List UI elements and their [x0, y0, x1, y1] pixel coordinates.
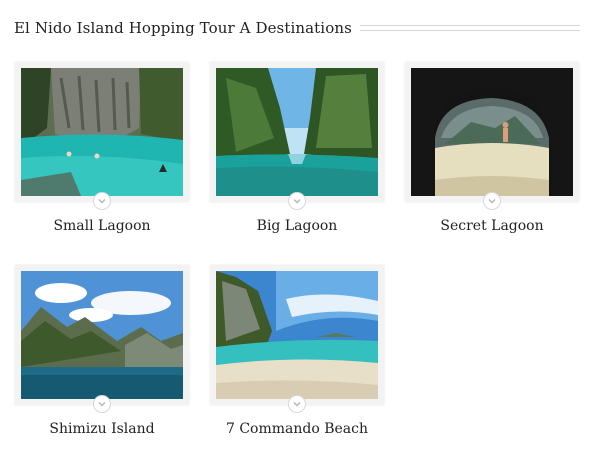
destination-card-secret-lagoon[interactable]: [405, 62, 579, 210]
expand-button[interactable]: [93, 395, 111, 413]
destination-card-shimizu-island[interactable]: [15, 265, 189, 413]
destination-caption-shimizu-island[interactable]: Shimizu Island: [7, 421, 197, 437]
expand-button[interactable]: [483, 192, 501, 210]
secret-lagoon-photo: [411, 68, 573, 196]
expand-button[interactable]: [288, 192, 306, 210]
expand-button[interactable]: [93, 192, 111, 210]
section-header: El Nido Island Hopping Tour A Destinatio…: [14, 14, 580, 42]
destination-card-commando-beach[interactable]: [210, 265, 384, 413]
commando-beach-photo: [216, 271, 378, 399]
destination-caption-secret-lagoon[interactable]: Secret Lagoon: [397, 218, 587, 234]
destination-card-small-lagoon[interactable]: [15, 62, 189, 210]
chevron-down-icon: [293, 199, 301, 204]
chevron-down-icon: [488, 199, 496, 204]
header-divider: [359, 25, 580, 31]
page-title: El Nido Island Hopping Tour A Destinatio…: [14, 19, 352, 37]
chevron-down-icon: [98, 402, 106, 407]
destination-caption-commando-beach[interactable]: 7 Commando Beach: [202, 421, 392, 437]
small-lagoon-photo: [21, 68, 183, 196]
shimizu-island-photo: [21, 271, 183, 399]
big-lagoon-photo: [216, 68, 378, 196]
expand-button[interactable]: [288, 395, 306, 413]
destination-card-big-lagoon[interactable]: [210, 62, 384, 210]
chevron-down-icon: [98, 199, 106, 204]
chevron-down-icon: [293, 402, 301, 407]
destination-caption-small-lagoon[interactable]: Small Lagoon: [7, 218, 197, 234]
destination-caption-big-lagoon[interactable]: Big Lagoon: [202, 218, 392, 234]
